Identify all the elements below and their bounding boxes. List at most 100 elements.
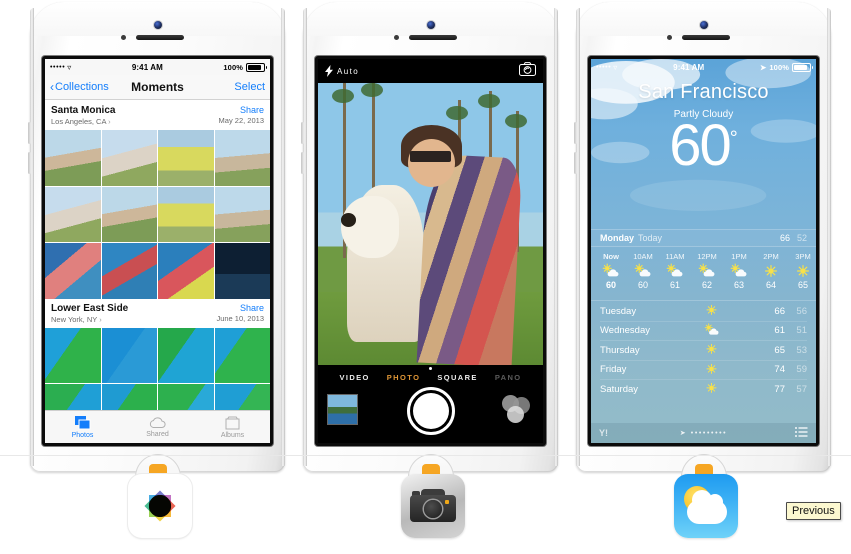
daily-row[interactable]: Thursday 65 53 (600, 341, 807, 361)
photo-thumbnail[interactable] (158, 243, 214, 299)
proximity-sensor-icon (120, 35, 126, 40)
moments-scroll[interactable]: Santa Monica Los Angeles, CA › Share May… (45, 101, 270, 411)
flash-bolt-icon (325, 65, 333, 77)
volume-down-button[interactable] (574, 152, 577, 174)
camera-swap-button[interactable] (519, 61, 536, 81)
photo-thumbnail[interactable] (45, 327, 101, 383)
volume-down-button[interactable] (301, 152, 304, 174)
app-icon-photos-cell[interactable] (122, 474, 198, 538)
daily-high: 66 (774, 305, 785, 317)
photos-app-icon[interactable] (128, 474, 192, 538)
photo-thumbnail[interactable] (101, 130, 157, 186)
photo-thumbnail[interactable] (101, 327, 157, 383)
shutter-button[interactable] (406, 387, 455, 435)
share-button[interactable]: Share (240, 105, 264, 115)
sun-behind-cloud-icon (730, 263, 747, 277)
photo-thumbnail[interactable] (214, 243, 270, 299)
daily-row[interactable]: Tuesday 66 56 (600, 302, 807, 322)
camera-mode-selector[interactable]: VIDEO PHOTO SQUARE PANO (318, 373, 543, 382)
volume-down-button[interactable] (28, 152, 31, 174)
photo-thumbnail[interactable] (45, 130, 101, 186)
hourly-item[interactable]: 10AM 60 (627, 249, 659, 300)
mode-photo[interactable]: PHOTO (387, 373, 421, 382)
hourly-item[interactable]: 11AM 61 (659, 249, 691, 300)
hour-time: Now (603, 252, 619, 261)
photo-thumbnail[interactable] (214, 130, 270, 186)
today-summary-row[interactable]: Monday Today 66 52 (591, 229, 816, 247)
hour-time: 3PM (795, 252, 811, 261)
mode-video[interactable]: VIDEO (339, 373, 369, 382)
iphone-weather: ••••• ▿ 9:41 AM ➤ 100% San Francisco Par… (574, 2, 831, 500)
chevron-right-icon: › (108, 117, 111, 126)
page-dots[interactable]: ➤ ••••••••• (591, 429, 816, 437)
mode-square[interactable]: SQUARE (437, 373, 478, 382)
sunglasses (410, 150, 451, 162)
app-icon-row (0, 474, 851, 554)
app-icon-camera-cell[interactable] (395, 474, 471, 538)
photo-thumbnail[interactable] (158, 327, 214, 383)
sun-icon (658, 342, 765, 358)
tab-albums[interactable]: Albums (195, 411, 270, 443)
photo-thumbnail[interactable] (45, 186, 101, 242)
daily-row[interactable]: Friday 74 59 (600, 361, 807, 380)
hourly-forecast-scroll[interactable]: Now 60 10AM 60 11AM 61 12PM 62 1PM 63 2P… (591, 249, 816, 301)
flash-mode-button[interactable]: Auto (325, 65, 359, 77)
hourly-item[interactable]: 2PM 64 (755, 249, 787, 300)
daily-low: 56 (796, 305, 807, 317)
camera-app-icon[interactable] (401, 474, 465, 538)
photo-thumbnail[interactable] (101, 384, 157, 411)
thumbnail-image (328, 395, 357, 424)
palm-tree-fronds (360, 83, 383, 97)
photos-stack-icon (74, 415, 90, 429)
daily-row[interactable]: Saturday 77 57 (600, 380, 807, 399)
camera-viewfinder[interactable] (318, 83, 543, 365)
photo-thumbnail[interactable] (158, 186, 214, 242)
volume-up-button[interactable] (28, 122, 31, 144)
last-photo-thumbnail[interactable] (327, 394, 358, 425)
location-arrow-icon: ➤ (679, 430, 688, 437)
hourly-item[interactable]: 12PM 62 (691, 249, 723, 300)
select-button[interactable]: Select (234, 81, 265, 93)
hour-time: 11AM (665, 252, 685, 261)
moment-header-lower-east-side[interactable]: Lower East Side New York, NY › Share Jun… (45, 298, 270, 328)
phone-edge-left (30, 8, 34, 466)
sun-icon (658, 303, 765, 319)
volume-up-button[interactable] (301, 122, 304, 144)
photo-grid-santa-monica[interactable] (45, 130, 270, 299)
camera-top-bar: Auto (318, 59, 543, 83)
weather-icon-cloud (687, 490, 727, 524)
filters-button[interactable] (502, 395, 532, 425)
city-list-button[interactable] (795, 424, 808, 442)
tab-photos[interactable]: Photos (45, 411, 120, 443)
share-button[interactable]: Share (240, 303, 264, 313)
hourly-item[interactable]: Now 60 (595, 249, 627, 300)
section-divider (0, 455, 851, 456)
palm-tree-fronds (331, 88, 354, 103)
previous-button[interactable]: Previous (786, 502, 841, 520)
volume-up-button[interactable] (574, 122, 577, 144)
photo-thumbnail[interactable] (214, 327, 270, 383)
yahoo-icon[interactable]: Y! (599, 428, 608, 438)
moment-header-santa-monica[interactable]: Santa Monica Los Angeles, CA › Share May… (45, 101, 270, 130)
hourly-item[interactable]: 1PM 63 (723, 249, 755, 300)
photo-thumbnail[interactable] (101, 243, 157, 299)
mode-pano[interactable]: PANO (495, 373, 522, 382)
camera-app-screen: Auto VIDEO PHOTO SQUARE PANO (318, 59, 543, 443)
photo-thumbnail[interactable] (101, 186, 157, 242)
photo-grid-lower-east-side[interactable] (45, 327, 270, 411)
weather-current-temp: 60° (591, 117, 816, 175)
daily-row[interactable]: Wednesday 61 51 (600, 322, 807, 341)
tab-shared[interactable]: Shared (120, 411, 195, 443)
sun-behind-cloud-icon (658, 323, 765, 339)
battery-percent: 100% (769, 62, 789, 72)
hourly-item[interactable]: 3PM 65 (787, 249, 816, 300)
photo-thumbnail[interactable] (45, 384, 101, 411)
photo-thumbnail[interactable] (214, 384, 270, 411)
photo-thumbnail[interactable] (158, 384, 214, 411)
weather-app-icon[interactable] (674, 474, 738, 538)
photo-thumbnail[interactable] (214, 186, 270, 242)
photo-thumbnail[interactable] (158, 130, 214, 186)
daily-low: 59 (796, 364, 807, 376)
app-icon-weather-cell[interactable] (668, 474, 744, 538)
photo-thumbnail[interactable] (45, 243, 101, 299)
